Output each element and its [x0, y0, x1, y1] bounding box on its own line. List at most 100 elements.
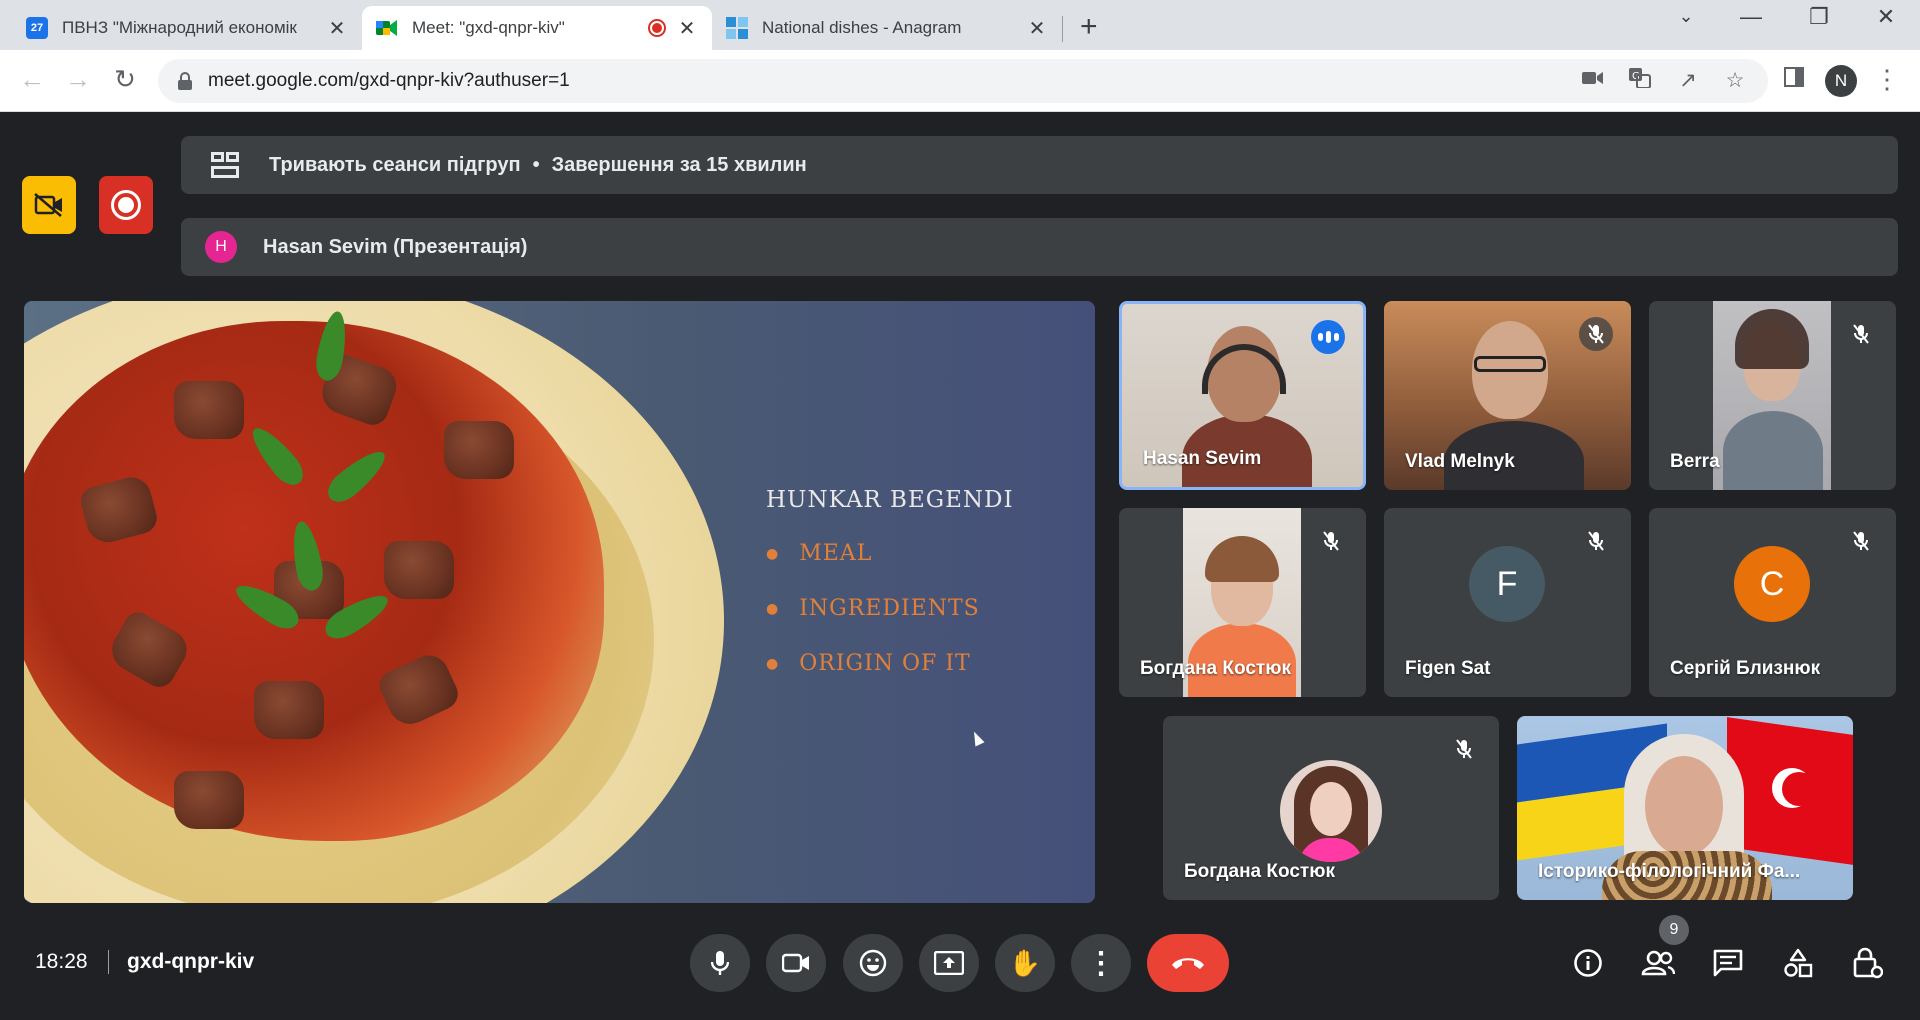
slide-bullet-text: INGREDIENTS — [799, 596, 980, 621]
calendar-icon: 27 — [26, 17, 48, 39]
profile-avatar[interactable]: N — [1825, 65, 1857, 97]
mouse-cursor-icon — [969, 729, 985, 747]
participants-count-badge: 9 — [1659, 915, 1689, 945]
tab-title: ПВНЗ "Міжнародний економік — [62, 18, 297, 37]
browser-tab-wordwall[interactable]: National dishes - Anagram ✕ — [712, 6, 1062, 50]
chat-button[interactable] — [1708, 943, 1748, 983]
camera-off-icon — [34, 193, 62, 217]
participant-name: Vlad Melnyk — [1405, 451, 1515, 472]
mic-off-icon — [1314, 524, 1348, 558]
participant-name: Сергій Близнюк — [1670, 658, 1821, 679]
participant-tile[interactable]: Богдана Костюк — [1163, 716, 1499, 900]
host-controls-button[interactable] — [1848, 943, 1888, 983]
browser-toolbar: ← → ↻ meet.google.com/gxd-qnpr-kiv?authu… — [0, 50, 1920, 112]
back-button[interactable]: ← — [15, 64, 49, 95]
participant-tile[interactable]: F Figen Sat — [1384, 508, 1631, 697]
reactions-button[interactable] — [843, 934, 903, 992]
participant-video-part — [1782, 772, 1816, 806]
microphone-button[interactable] — [690, 934, 750, 992]
participant-video-part — [1735, 309, 1809, 369]
participant-video-part — [1310, 782, 1352, 836]
slide-image-part — [174, 771, 244, 829]
activities-icon — [1784, 948, 1813, 978]
browser-tab-bar: 27 ПВНЗ "Міжнародний економік ✕ Meet: "g… — [0, 0, 1920, 50]
chat-icon — [1713, 949, 1743, 977]
browser-menu-icon[interactable]: ⋮ — [1870, 64, 1904, 95]
breakout-rooms-icon — [211, 152, 239, 178]
emoji-icon — [859, 949, 887, 977]
present-screen-button[interactable] — [919, 934, 979, 992]
meeting-details-button[interactable] — [1568, 943, 1608, 983]
browser-tab-calendar[interactable]: 27 ПВНЗ "Міжнародний економік ✕ — [12, 6, 362, 50]
side-panel-icon[interactable] — [1777, 63, 1811, 94]
share-icon[interactable]: ↗ — [1673, 68, 1703, 93]
close-tab-icon[interactable]: ✕ — [1026, 16, 1048, 41]
participant-tile[interactable]: C Сергій Близнюк — [1649, 508, 1896, 697]
more-vert-icon: ⋮ — [1086, 946, 1116, 980]
participant-avatar: F — [1469, 546, 1545, 622]
bookmark-star-icon[interactable]: ☆ — [1720, 68, 1750, 93]
slide-bullet-text: MEAL — [799, 541, 873, 566]
translate-icon[interactable]: G — [1625, 68, 1655, 94]
participant-tile[interactable]: Богдана Костюк — [1119, 508, 1366, 697]
participant-tile[interactable]: Vlad Melnyk — [1384, 301, 1631, 490]
slide-bullet: ● MEAL — [766, 541, 873, 566]
tab-divider — [1062, 16, 1063, 42]
participant-avatar — [1280, 760, 1382, 862]
camera-in-use-icon[interactable] — [1578, 68, 1608, 92]
participant-name: Богдана Костюк — [1184, 861, 1335, 882]
presenter-avatar: H — [205, 231, 237, 263]
raise-hand-button[interactable]: ✋ — [995, 934, 1055, 992]
leave-call-button[interactable] — [1147, 934, 1229, 992]
mic-off-icon — [1844, 317, 1878, 351]
new-tab-button[interactable]: + — [1080, 10, 1098, 44]
minimize-window-button[interactable]: — — [1731, 4, 1771, 30]
restore-window-button[interactable]: ❐ — [1799, 4, 1839, 30]
mic-off-icon — [1844, 524, 1878, 558]
address-bar[interactable]: meet.google.com/gxd-qnpr-kiv?authuser=1 … — [158, 59, 1768, 103]
reload-button[interactable]: ↻ — [108, 64, 142, 95]
tab-title: Meet: "gxd-qnpr-kiv" — [412, 18, 565, 37]
lock-icon[interactable] — [178, 72, 192, 90]
slide-bullet: ● INGREDIENTS — [766, 596, 980, 621]
banner-separator: • — [532, 153, 540, 176]
participant-tile[interactable]: Berra — [1649, 301, 1896, 490]
mic-off-icon — [1447, 732, 1481, 766]
url-text[interactable]: meet.google.com/gxd-qnpr-kiv?authuser=1 — [208, 70, 570, 92]
close-window-button[interactable]: ✕ — [1866, 4, 1906, 30]
meet-stage: Тривають сеанси підгруп • Завершення за … — [0, 112, 1920, 1020]
svg-text:G: G — [1632, 71, 1640, 82]
presenter-banner[interactable]: H Hasan Sevim (Презентація) — [181, 218, 1898, 276]
participant-video-part — [1723, 411, 1823, 490]
bottom-bar-divider — [108, 950, 109, 974]
camera-icon — [782, 953, 809, 973]
slide-title: HUNKAR BEGENDI — [766, 487, 1014, 513]
hang-up-icon — [1172, 958, 1204, 969]
slide-bullet-text: ORIGIN OF IT — [799, 651, 971, 676]
camera-button[interactable] — [766, 934, 826, 992]
camera-blocked-badge[interactable] — [22, 176, 76, 234]
close-tab-icon[interactable]: ✕ — [326, 16, 348, 41]
record-icon — [111, 190, 141, 220]
more-options-button[interactable]: ⋮ — [1071, 934, 1131, 992]
forward-button[interactable]: → — [61, 64, 95, 95]
participant-tile[interactable]: Історико-філологічний Фа... — [1517, 716, 1853, 900]
tab-search-chevron-icon[interactable]: ⌄ — [1666, 6, 1706, 27]
glasses — [1474, 356, 1546, 372]
slide-image-part — [444, 421, 514, 479]
participant-tile[interactable]: Hasan Sevim — [1119, 301, 1366, 490]
breakout-status-text: Тривають сеанси підгруп — [269, 153, 521, 176]
participants-button[interactable] — [1638, 943, 1678, 983]
participant-name: Berra — [1670, 451, 1720, 472]
browser-tab-meet[interactable]: Meet: "gxd-qnpr-kiv" ✕ — [362, 6, 712, 50]
breakout-time-remaining: Завершення за 15 хвилин — [551, 153, 807, 176]
wordwall-icon — [726, 17, 748, 39]
participant-name: Історико-філологічний Фа... — [1538, 861, 1801, 882]
activities-button[interactable] — [1778, 943, 1818, 983]
close-tab-icon[interactable]: ✕ — [676, 16, 698, 41]
participant-video — [1713, 301, 1831, 490]
participant-video-part — [1645, 756, 1723, 856]
recording-badge[interactable] — [99, 176, 153, 234]
meeting-code: gxd-qnpr-kiv — [127, 950, 255, 973]
presentation-screen[interactable]: HUNKAR BEGENDI ● MEAL ● INGREDIENTS ● ORIGI… — [24, 301, 1095, 903]
